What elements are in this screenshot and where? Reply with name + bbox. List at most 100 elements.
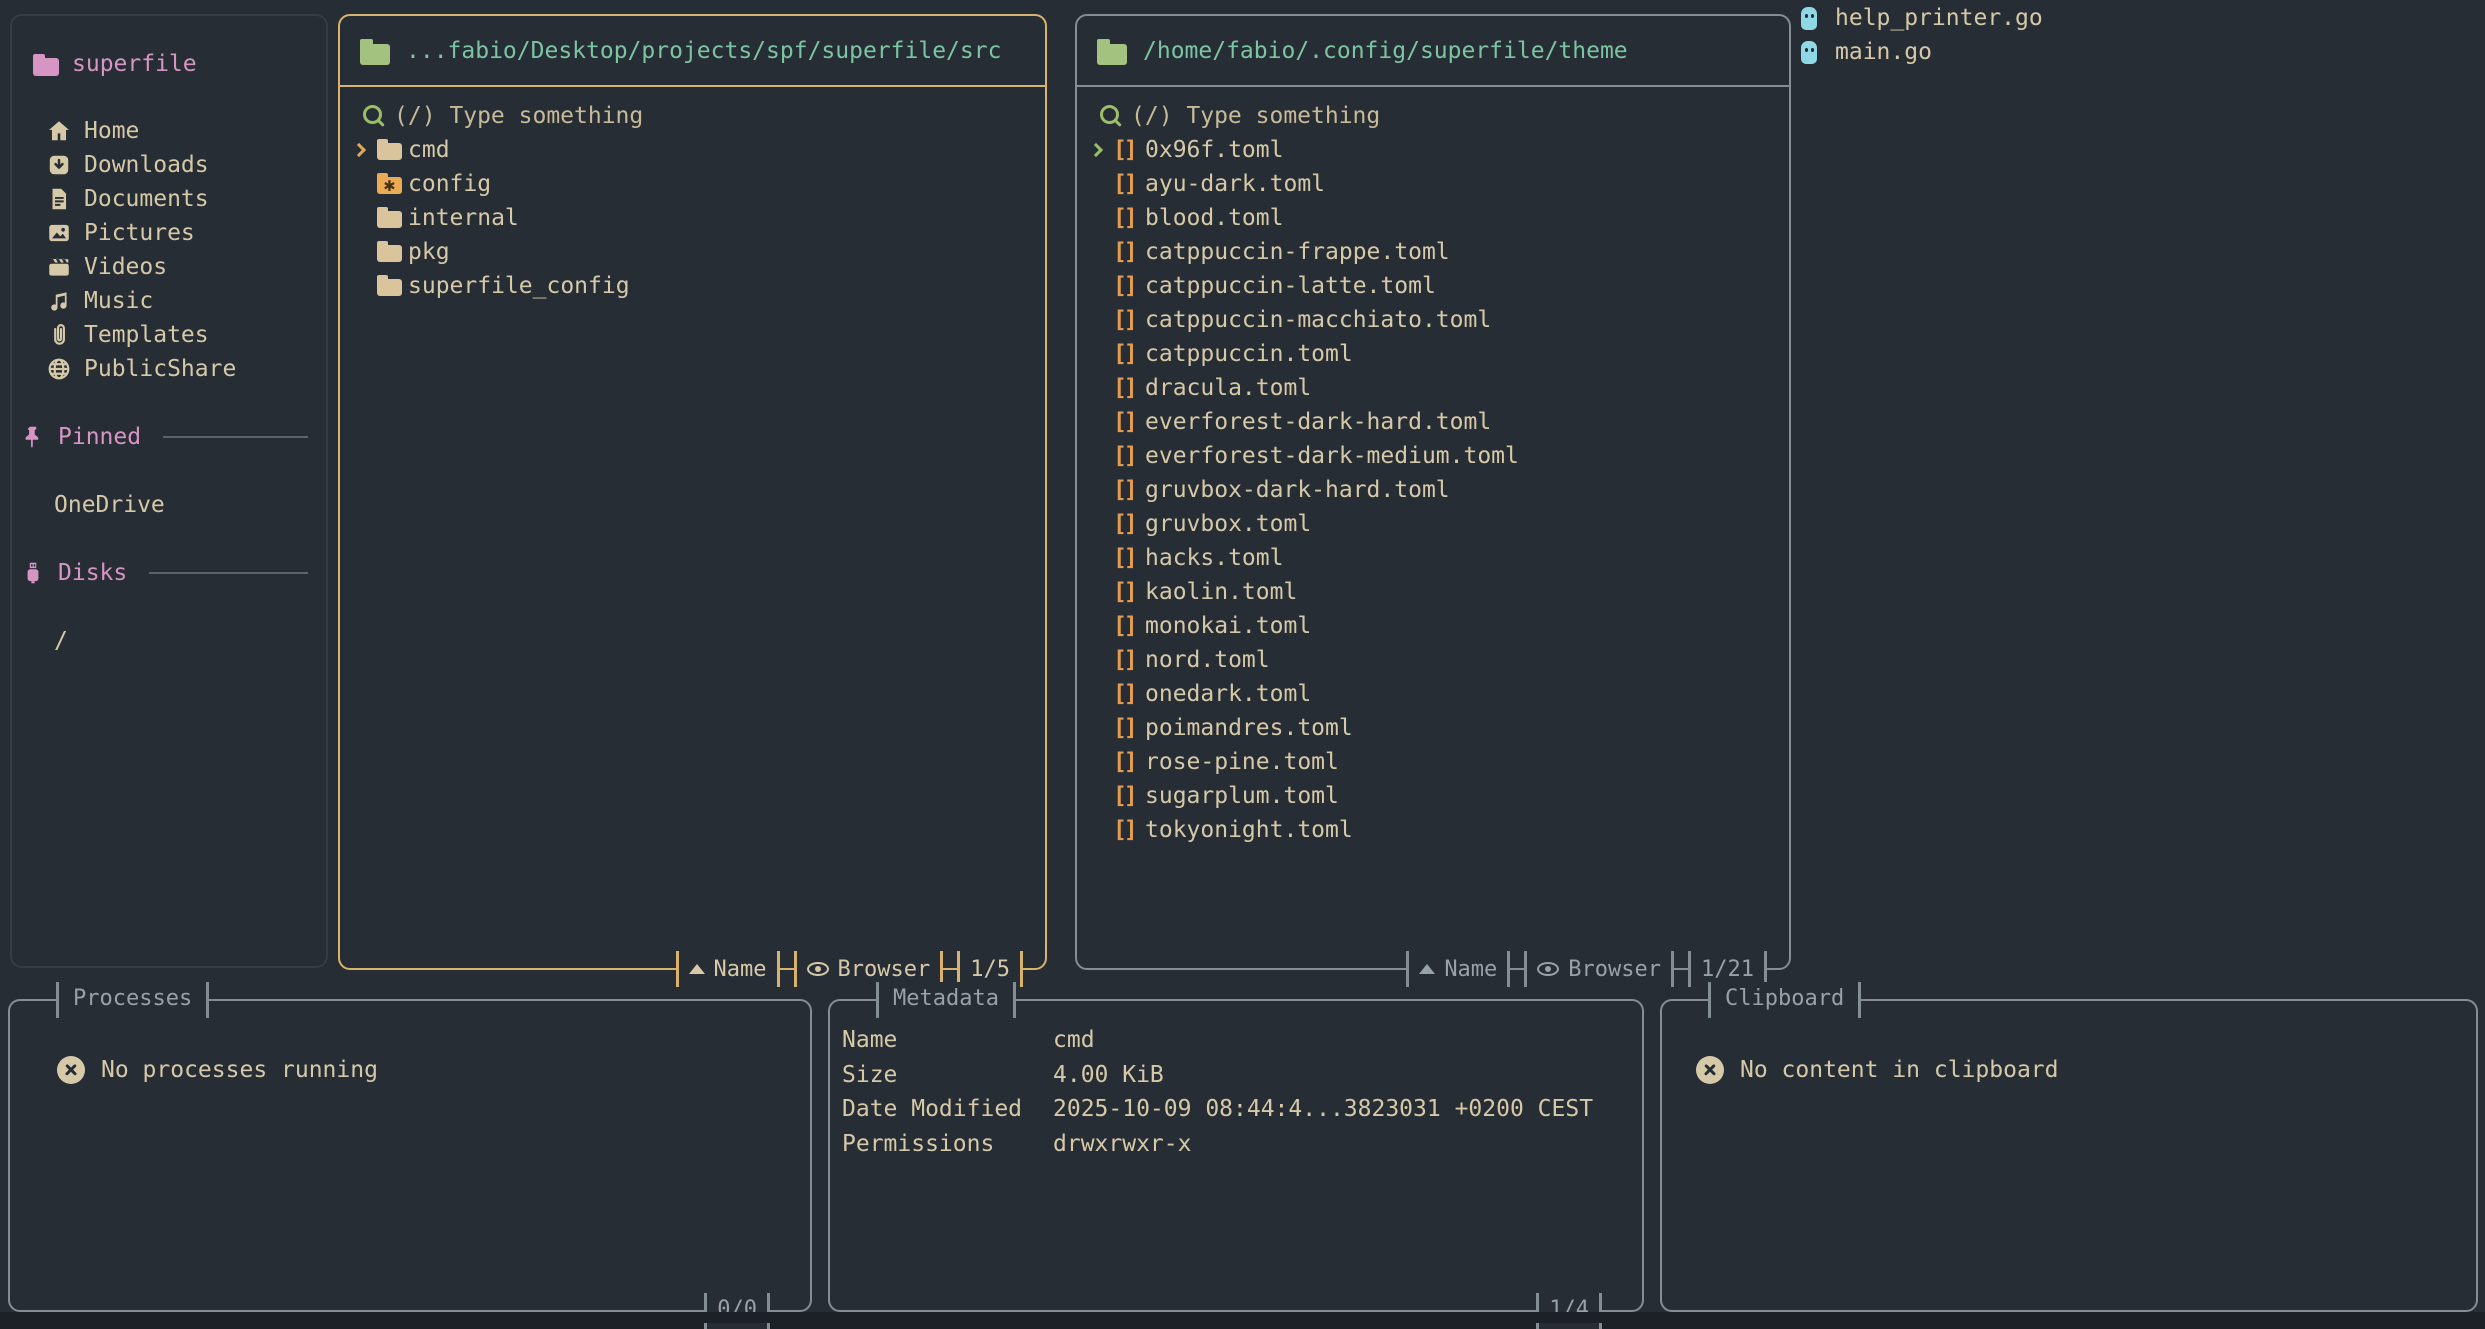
file-name: catppuccin-latte.toml: [1145, 273, 1436, 299]
file-row[interactable]: ayu-dark.toml: [1085, 167, 1783, 201]
file-row[interactable]: monokai.toml: [1085, 609, 1783, 643]
sidebar-item-label: Documents: [84, 186, 209, 212]
metadata-row: Permissions drwxrwxr-x: [842, 1127, 1642, 1162]
file-row[interactable]: blood.toml: [1085, 201, 1783, 235]
file-name: gruvbox-dark-hard.toml: [1145, 477, 1450, 503]
home-icon: [46, 118, 72, 144]
superfile-app: superfile Home Downloads Documents Pictu…: [0, 0, 2485, 1323]
sort-indicator: Name: [676, 951, 780, 987]
file-name: kaolin.toml: [1145, 579, 1297, 605]
file-name: tokyonight.toml: [1145, 817, 1353, 843]
search-icon: [362, 104, 384, 128]
processes-empty-state: No processes running: [10, 1056, 810, 1084]
file-row[interactable]: tokyonight.toml: [1085, 813, 1783, 847]
file-row[interactable]: internal: [348, 201, 1039, 235]
downloads-icon: [46, 152, 72, 178]
videos-icon: [46, 254, 72, 280]
file-row[interactable]: dracula.toml: [1085, 371, 1783, 405]
file-name: rose-pine.toml: [1145, 749, 1339, 775]
mode-label: Browser: [838, 957, 931, 982]
preview-file-row[interactable]: main.go: [1799, 35, 2459, 69]
theme-panel-search[interactable]: (/) Type something: [1085, 99, 1783, 133]
folder-config-icon: [376, 167, 408, 201]
toml-icon: [1113, 133, 1145, 167]
app-title: superfile: [72, 51, 197, 77]
search-placeholder: (/) Type something: [1131, 103, 1380, 129]
processes-panel: Processes No processes running 0/0: [8, 999, 812, 1312]
file-row[interactable]: catppuccin-frappe.toml: [1085, 235, 1783, 269]
file-row[interactable]: onedark.toml: [1085, 677, 1783, 711]
file-name: pkg: [408, 239, 450, 265]
file-row[interactable]: gruvbox-dark-hard.toml: [1085, 473, 1783, 507]
sidebar-item-pictures[interactable]: Pictures: [18, 216, 316, 250]
metadata-label: Permissions: [842, 1131, 1053, 1157]
documents-icon: [46, 186, 72, 212]
file-row[interactable]: 0x96f.toml: [1085, 133, 1783, 167]
app-title-row: superfile: [32, 44, 316, 84]
toml-icon: [1113, 677, 1145, 711]
x-circle-icon: [1696, 1056, 1724, 1084]
pinned-section-label: Pinned: [58, 424, 141, 450]
sidebar-item-root-disk[interactable]: /: [18, 624, 316, 658]
file-row[interactable]: cmd: [348, 133, 1039, 167]
sidebar-item-label: PublicShare: [84, 356, 236, 382]
file-row[interactable]: config: [348, 167, 1039, 201]
file-name: hacks.toml: [1145, 545, 1283, 571]
sidebar-item-downloads[interactable]: Downloads: [18, 148, 316, 182]
file-row[interactable]: rose-pine.toml: [1085, 745, 1783, 779]
file-row[interactable]: poimandres.toml: [1085, 711, 1783, 745]
metadata-counter: 1/4: [1536, 1293, 1602, 1329]
toml-icon: [1113, 507, 1145, 541]
sidebar-item-documents[interactable]: Documents: [18, 182, 316, 216]
sidebar-item-publicshare[interactable]: PublicShare: [18, 352, 316, 386]
toml-icon: [1113, 269, 1145, 303]
metadata-label: Date Modified: [842, 1096, 1053, 1122]
file-name: poimandres.toml: [1145, 715, 1353, 741]
sidebar-item-label: Music: [84, 288, 153, 314]
file-row[interactable]: sugarplum.toml: [1085, 779, 1783, 813]
file-panel-theme: /home/fabio/.config/superfile/theme (/) …: [1075, 14, 1791, 970]
sidebar-item-label: Pictures: [84, 220, 195, 246]
preview-file-row[interactable]: help_printer.go: [1799, 1, 2459, 35]
file-name: gruvbox.toml: [1145, 511, 1311, 537]
disks-section-header: Disks: [18, 556, 316, 590]
file-row[interactable]: catppuccin-latte.toml: [1085, 269, 1783, 303]
pin-icon: [20, 424, 46, 450]
sidebar-item-music[interactable]: Music: [18, 284, 316, 318]
sidebar-item-label: Templates: [84, 322, 209, 348]
search-placeholder: (/) Type something: [394, 103, 643, 129]
toml-icon: [1113, 541, 1145, 575]
sidebar-item-onedrive[interactable]: OneDrive: [18, 488, 316, 522]
toml-icon: [1113, 371, 1145, 405]
mode-indicator: Browser: [1524, 951, 1674, 987]
file-name: everforest-dark-hard.toml: [1145, 409, 1491, 435]
folder-icon: [1097, 36, 1129, 66]
file-name: monokai.toml: [1145, 613, 1311, 639]
section-divider: [149, 572, 308, 574]
file-row[interactable]: catppuccin.toml: [1085, 337, 1783, 371]
file-row[interactable]: hacks.toml: [1085, 541, 1783, 575]
terminal-bottom-strip: [0, 1312, 2485, 1323]
file-row[interactable]: everforest-dark-hard.toml: [1085, 405, 1783, 439]
file-row[interactable]: pkg: [348, 235, 1039, 269]
toml-icon: [1113, 575, 1145, 609]
file-row[interactable]: nord.toml: [1085, 643, 1783, 677]
metadata-panel-title: Metadata: [876, 982, 1016, 1018]
file-row[interactable]: gruvbox.toml: [1085, 507, 1783, 541]
sidebar-item-label: Videos: [84, 254, 167, 280]
clipboard-panel-title: Clipboard: [1708, 982, 1861, 1018]
file-row[interactable]: everforest-dark-medium.toml: [1085, 439, 1783, 473]
file-row[interactable]: kaolin.toml: [1085, 575, 1783, 609]
eye-icon: [1537, 962, 1559, 976]
sidebar-item-home[interactable]: Home: [18, 114, 316, 148]
folder-icon: [376, 133, 408, 167]
sidebar-item-templates[interactable]: Templates: [18, 318, 316, 352]
sidebar-item-videos[interactable]: Videos: [18, 250, 316, 284]
eye-icon: [807, 962, 829, 976]
file-panel-path-bar: ...fabio/Desktop/projects/spf/superfile/…: [340, 16, 1045, 87]
file-row[interactable]: catppuccin-macchiato.toml: [1085, 303, 1783, 337]
file-list: cmd config internal: [348, 133, 1039, 303]
toml-icon: [1113, 303, 1145, 337]
file-row[interactable]: superfile_config: [348, 269, 1039, 303]
file-panel-search[interactable]: (/) Type something: [348, 99, 1039, 133]
